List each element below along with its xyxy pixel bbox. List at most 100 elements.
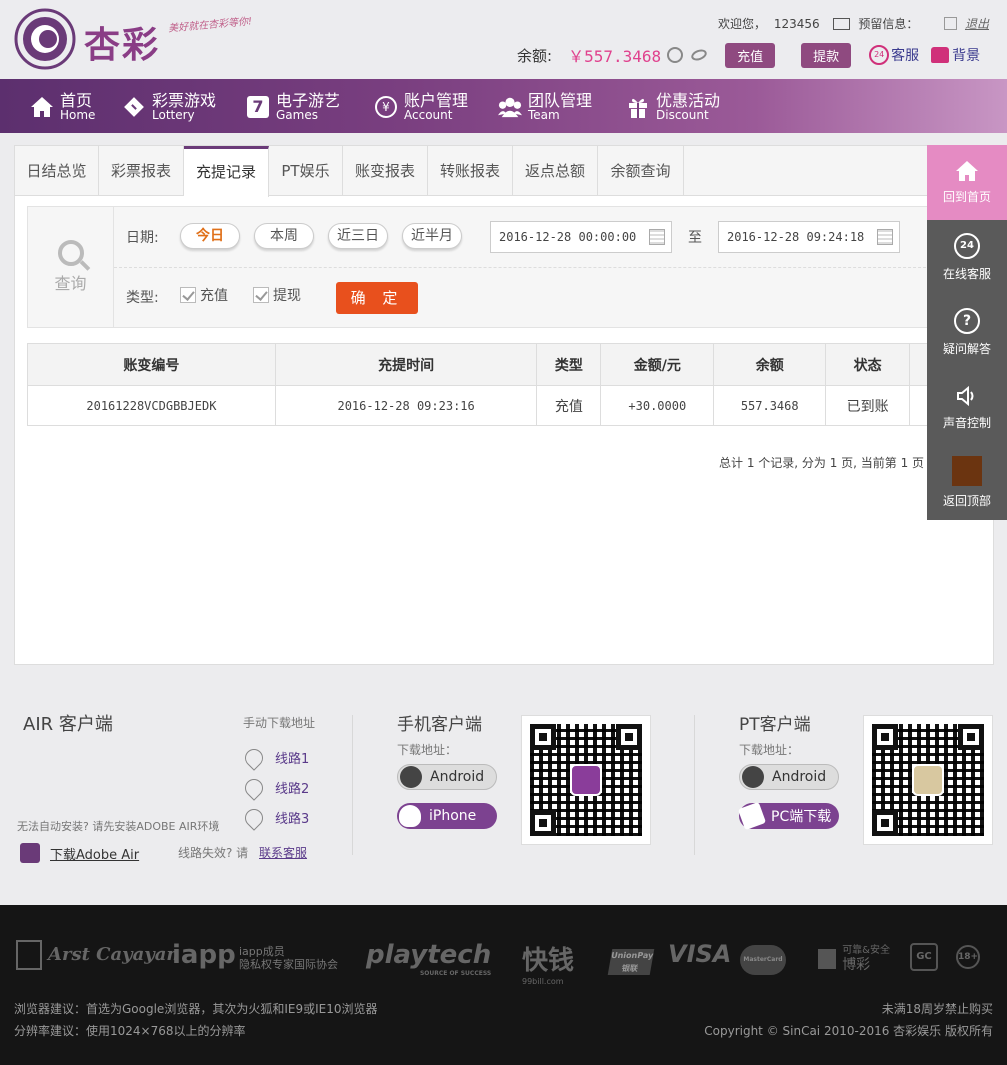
- nav-item-home[interactable]: 首页 Home: [30, 89, 95, 125]
- float-sound[interactable]: 声音控制: [927, 370, 1007, 445]
- logout-link[interactable]: 退出: [965, 17, 989, 31]
- range-3days-button[interactable]: 近三日: [328, 223, 388, 249]
- logo[interactable]: 杏彩 美好就在杏彩等你!: [14, 8, 259, 72]
- refresh-icon[interactable]: [667, 47, 684, 63]
- service-link[interactable]: 24 客服: [869, 45, 919, 65]
- logo-text: 杏彩: [84, 24, 161, 66]
- start-date-input[interactable]: 2016-12-28 00:00:00: [490, 221, 672, 253]
- age-18-icon: 18+: [956, 945, 980, 969]
- pt-pc-button[interactable]: PC端下载: [737, 801, 839, 831]
- to-label: 至: [688, 230, 702, 246]
- tab-pt-entertainment[interactable]: PT娱乐: [269, 146, 343, 196]
- balance-value: ￥557.3468: [568, 47, 662, 66]
- calendar-icon[interactable]: [877, 229, 893, 245]
- float-home[interactable]: 回到首页: [927, 145, 1007, 220]
- tab-deposit-withdraw-records[interactable]: 充提记录: [184, 146, 269, 197]
- cell-time: 2016-12-28 09:23:16: [274, 385, 538, 426]
- pt-client-title: PT客户端: [739, 715, 811, 735]
- checkbox-icon: [253, 287, 269, 303]
- mobile-iphone-button[interactable]: iPhone: [397, 803, 497, 829]
- nav-sublabel: Discount: [656, 108, 709, 123]
- tab-rebate-total[interactable]: 返点总额: [513, 146, 598, 196]
- tab-transfer-report[interactable]: 转账报表: [428, 146, 513, 196]
- main-nav: 首页 Home 彩票游戏 Lottery 7 电子游艺 Games ¥ 账户管理 Acc…: [0, 79, 1007, 133]
- tab-balance-query[interactable]: 余额查询: [598, 146, 684, 196]
- range-today-button[interactable]: 今日: [180, 223, 240, 249]
- float-faq-label: 疑问解答: [942, 342, 991, 356]
- float-sound-label: 声音控制: [942, 416, 991, 430]
- partner-iapp-logo: iapp: [172, 940, 236, 970]
- nav-sublabel: Account: [404, 108, 453, 123]
- nav-item-games[interactable]: 7 电子游艺 Games: [246, 89, 340, 125]
- adobe-air-link[interactable]: 下载Adobe Air: [20, 843, 139, 863]
- route-2-link[interactable]: 线路2: [241, 774, 309, 801]
- partner-unionpay-logo: UnionPay 银联: [607, 949, 655, 975]
- col-balance: 余额: [713, 343, 827, 386]
- support-24-icon: 24: [869, 45, 890, 65]
- home-icon: [956, 161, 978, 181]
- username: 123456: [773, 17, 820, 31]
- lock-icon: [818, 949, 836, 970]
- balance-row: 余额: ￥557.3468 充值 提款 24 客服 背景: [517, 42, 980, 68]
- route-fail-text: 线路失效? 请: [178, 846, 249, 860]
- col-time: 充提时间: [274, 343, 538, 386]
- float-support[interactable]: 24 在线客服: [927, 220, 1007, 295]
- background-link[interactable]: 背景: [931, 45, 980, 65]
- type-withdraw-checkbox[interactable]: 提现: [253, 285, 301, 305]
- nav-label: 彩票游戏: [152, 90, 217, 110]
- tab-lottery-report[interactable]: 彩票报表: [99, 146, 184, 196]
- cell-id: 20161228VCDGBBJEDK: [27, 385, 276, 426]
- nav-item-account[interactable]: ¥ 账户管理 Account: [374, 89, 468, 125]
- table-row: 20161228VCDGBBJEDK 2016-12-28 09:23:16 充…: [27, 385, 982, 426]
- balance-label: 余额:: [517, 46, 553, 65]
- gift-icon: [626, 95, 650, 119]
- partner-safe-logo: 可靠&安全 博彩: [818, 945, 890, 974]
- end-date-input[interactable]: 2016-12-28 09:24:18: [718, 221, 900, 253]
- cell-balance: 557.3468: [713, 385, 827, 426]
- search-side: 查询: [28, 207, 114, 327]
- pt-logo-icon: [912, 764, 944, 796]
- float-faq[interactable]: ? 疑问解答: [927, 295, 1007, 370]
- contact-service-link[interactable]: 联系客服: [259, 844, 307, 861]
- air-title: AIR 客户端: [23, 714, 113, 735]
- hide-balance-icon[interactable]: [689, 47, 709, 63]
- app-logo-icon: [570, 764, 602, 796]
- type-recharge-checkbox[interactable]: 充值: [180, 285, 228, 305]
- confirm-button[interactable]: 确 定: [336, 282, 418, 314]
- nav-label: 首页: [60, 90, 93, 110]
- footer: Arst Cayayan iapp iapp成员 隐私权专家国际协会 playt…: [0, 905, 1007, 1065]
- tab-daily-summary[interactable]: 日结总览: [15, 146, 99, 196]
- type-recharge-label: 充值: [200, 288, 228, 304]
- mobile-client-title: 手机客户端: [397, 715, 482, 735]
- edit-icon[interactable]: [944, 17, 958, 30]
- mobile-android-button[interactable]: Android: [397, 764, 497, 790]
- float-back-to-top[interactable]: 返回顶部: [927, 445, 1007, 520]
- logo-slogan: 美好就在杏彩等你!: [167, 16, 253, 35]
- tab-account-change-report[interactable]: 账变报表: [343, 146, 428, 196]
- nav-item-lottery[interactable]: 彩票游戏 Lottery: [122, 89, 216, 125]
- divider: [114, 267, 946, 268]
- range-halfmonth-button[interactable]: 近半月: [402, 223, 462, 249]
- recharge-button[interactable]: 充值: [725, 42, 776, 68]
- nav-item-discount[interactable]: 优惠活动 Discount: [626, 89, 720, 125]
- reserved-info-label: 预留信息：: [858, 17, 919, 31]
- route-3-link[interactable]: 线路3: [241, 804, 309, 831]
- nav-item-team[interactable]: 团队管理 Team: [498, 89, 592, 125]
- home-icon: [30, 95, 54, 119]
- route-1-link[interactable]: 线路1: [241, 744, 309, 771]
- pt-download-label: 下载地址：: [739, 743, 800, 757]
- report-tabs: 日结总览 彩票报表 充提记录 PT娱乐 账变报表 转账报表 返点总额 余额查询: [15, 146, 995, 197]
- browser-tip: 浏览器建议：首选为Google浏览器，其次为火狐和IE9或IE10浏览器: [14, 1002, 378, 1016]
- location-pin-icon: [241, 804, 267, 831]
- withdraw-button[interactable]: 提款: [801, 42, 852, 68]
- cell-amount: +30.0000: [600, 385, 715, 426]
- pt-android-button[interactable]: Android: [739, 764, 839, 790]
- nav-sublabel: Home: [60, 108, 96, 123]
- mail-icon[interactable]: [833, 18, 851, 30]
- yen-icon: ¥: [374, 95, 398, 119]
- pagination-info: 总计 1 个记录, 分为 1 页, 当前第 1 页: [719, 456, 925, 470]
- range-week-button[interactable]: 本周: [254, 223, 314, 249]
- partner-gc-logo: GC: [910, 943, 938, 971]
- date-label: 日期:: [126, 230, 159, 246]
- calendar-icon[interactable]: [649, 229, 665, 245]
